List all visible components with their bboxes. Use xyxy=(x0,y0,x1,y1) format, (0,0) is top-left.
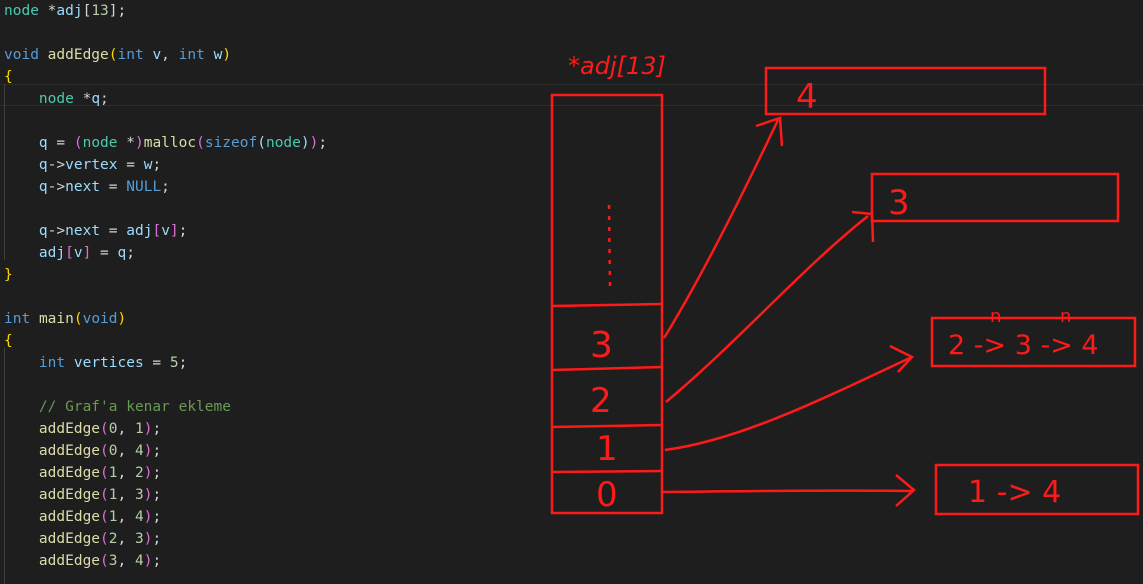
list-box-2-3-4-label: 2 -> 3 -> 4 xyxy=(948,330,1099,361)
array-divider xyxy=(551,423,663,429)
array-cell-1: 1 xyxy=(596,429,618,469)
array-divider xyxy=(551,365,663,372)
array-label: *adj[13] xyxy=(568,52,666,80)
list-box-3: 3 xyxy=(870,172,1120,223)
arrow-3-to-4 xyxy=(662,119,780,339)
array-divider xyxy=(551,302,663,308)
small-mark: n xyxy=(990,306,1001,327)
array-cell-0: 0 xyxy=(596,475,618,515)
list-box-4-label: 4 xyxy=(796,77,818,117)
list-box-4: 4 xyxy=(764,66,1047,117)
arrows xyxy=(662,116,916,507)
list-box-1-4: 1 -> 4 xyxy=(934,463,1140,516)
array-cell-3: 3 xyxy=(590,325,613,366)
array-divider xyxy=(551,469,663,474)
list-box-3-label: 3 xyxy=(888,183,910,223)
array-cell-2: 2 xyxy=(590,381,612,421)
ellipsis-dots xyxy=(607,204,612,289)
list-box-1-4-label: 1 -> 4 xyxy=(968,475,1061,510)
arrow-head xyxy=(889,344,915,373)
arrow-0-to-list xyxy=(662,489,913,494)
handwritten-annotation: *adj[13] 3 2 1 0 4 3 2 -> 3 -> 4 n n 1 -… xyxy=(550,52,1140,516)
list-box-2-3-4: 2 -> 3 -> 4 n n xyxy=(930,306,1137,368)
arrow-2-to-3 xyxy=(665,215,869,403)
small-mark: n xyxy=(1060,306,1071,327)
array-column: 3 2 1 0 xyxy=(550,93,664,515)
